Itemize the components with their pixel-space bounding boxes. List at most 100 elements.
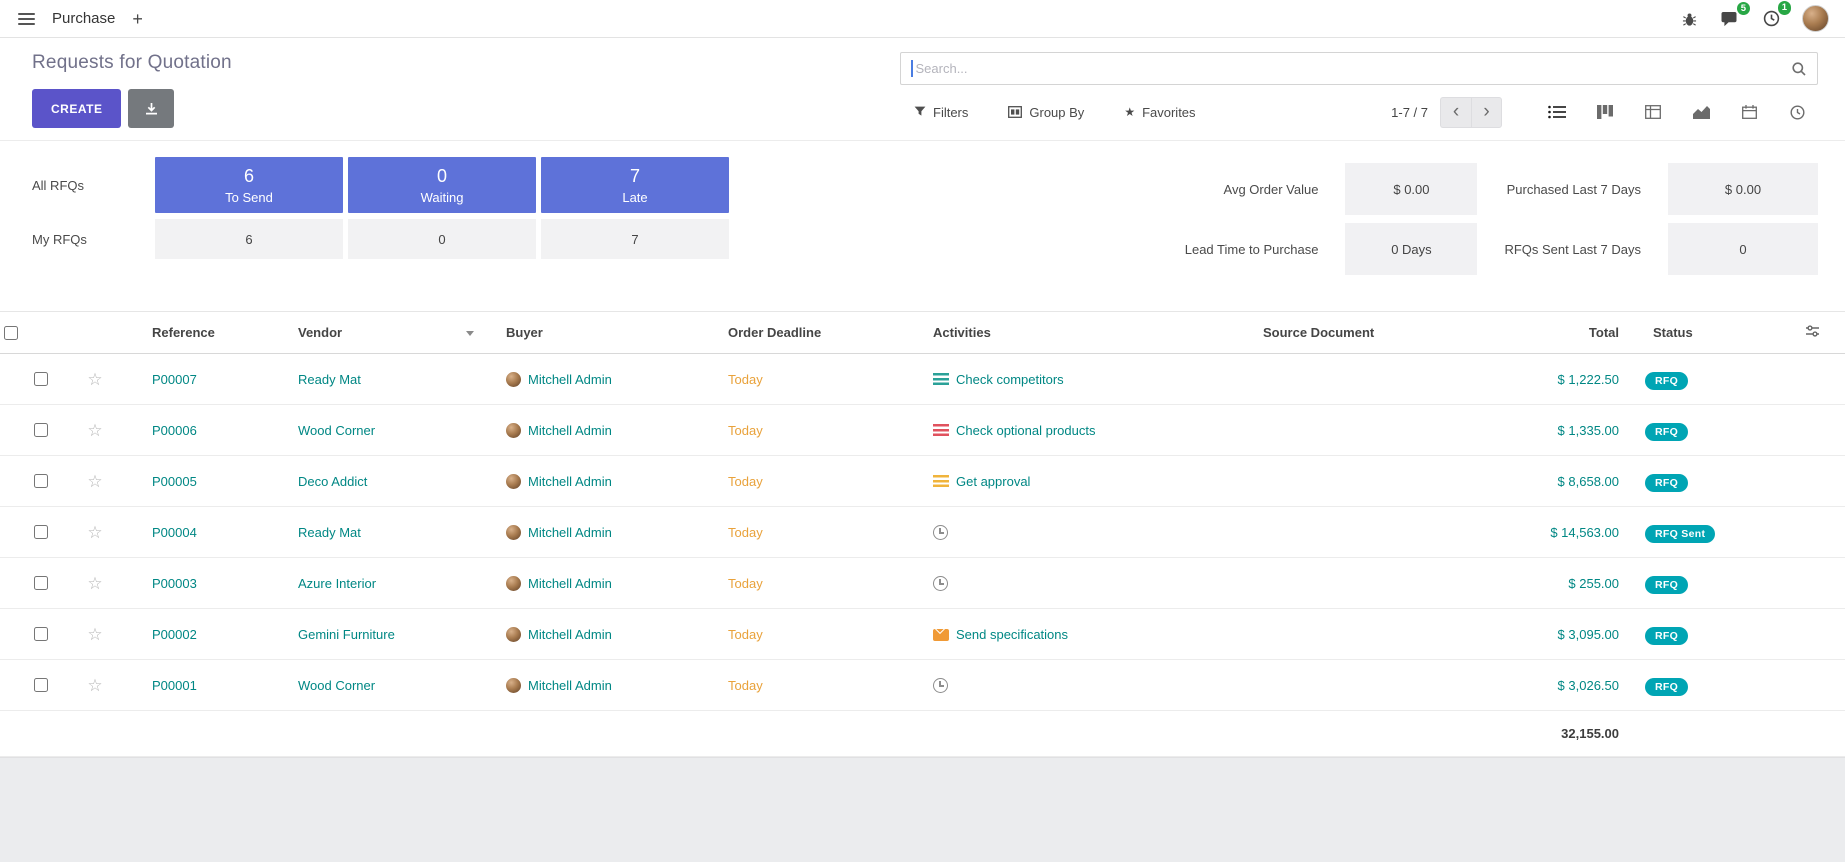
column-header-total[interactable]: Total — [1473, 312, 1633, 354]
buyer-link[interactable]: Mitchell Admin — [528, 474, 612, 489]
activity-label[interactable]: Check competitors — [956, 372, 1064, 387]
my-rfq-to-send[interactable]: 6 — [155, 219, 343, 259]
source-document-value — [1243, 354, 1473, 405]
table-row[interactable]: ☆ P00001 Wood Corner Mitchell Admin Toda… — [0, 660, 1845, 711]
my-rfq-late[interactable]: 7 — [541, 219, 729, 259]
activity-icon[interactable] — [933, 424, 949, 437]
activity-label[interactable]: Check optional products — [956, 423, 1095, 438]
vendor-link[interactable]: Azure Interior — [298, 576, 376, 591]
buyer-link[interactable]: Mitchell Admin — [528, 525, 612, 540]
favorite-star-icon[interactable]: ☆ — [81, 676, 108, 695]
vendor-link[interactable]: Ready Mat — [298, 372, 361, 387]
select-all-checkbox[interactable] — [4, 326, 18, 340]
user-avatar[interactable] — [1802, 5, 1829, 32]
table-row[interactable]: ☆ P00005 Deco Addict Mitchell Admin Toda… — [0, 456, 1845, 507]
rfq-card-waiting[interactable]: 0 Waiting — [348, 157, 536, 213]
favorite-star-icon[interactable]: ☆ — [81, 370, 108, 389]
vendor-link[interactable]: Wood Corner — [298, 423, 375, 438]
vendor-link[interactable]: Ready Mat — [298, 525, 361, 540]
row-checkbox[interactable] — [34, 423, 48, 437]
export-button[interactable] — [128, 89, 174, 128]
my-rfq-waiting[interactable]: 0 — [348, 219, 536, 259]
column-header-reference[interactable]: Reference — [128, 312, 278, 354]
buyer-avatar — [506, 576, 521, 591]
reference-link[interactable]: P00006 — [152, 423, 197, 438]
activity-icon[interactable] — [933, 373, 949, 386]
row-checkbox[interactable] — [34, 627, 48, 641]
buyer-link[interactable]: Mitchell Admin — [528, 678, 612, 693]
row-checkbox[interactable] — [34, 372, 48, 386]
create-button[interactable]: CREATE — [32, 89, 121, 128]
view-switch-kanban-icon[interactable] — [1584, 96, 1626, 128]
view-switch-calendar-icon[interactable] — [1728, 96, 1770, 128]
messages-icon[interactable]: 5 — [1719, 9, 1741, 29]
activity-icon[interactable] — [933, 576, 948, 591]
vendor-link[interactable]: Gemini Furniture — [298, 627, 395, 642]
apps-menu-icon[interactable] — [16, 8, 37, 30]
plus-icon[interactable]: + — [130, 10, 145, 28]
total-amount: $ 1,335.00 — [1558, 423, 1619, 438]
rfq-card-to-send[interactable]: 6 To Send — [155, 157, 343, 213]
favorite-star-icon[interactable]: ☆ — [81, 523, 108, 542]
reference-link[interactable]: P00007 — [152, 372, 197, 387]
favorite-star-icon[interactable]: ☆ — [81, 574, 108, 593]
activity-label[interactable]: Get approval — [956, 474, 1030, 489]
reference-link[interactable]: P00001 — [152, 678, 197, 693]
optional-columns-icon[interactable] — [1799, 323, 1826, 342]
column-header-order-deadline[interactable]: Order Deadline — [708, 312, 913, 354]
favorites-star-icon: ★ — [1124, 105, 1135, 119]
vendor-link[interactable]: Deco Addict — [298, 474, 367, 489]
status-badge: RFQ — [1645, 474, 1688, 492]
table-row[interactable]: ☆ P00007 Ready Mat Mitchell Admin Today … — [0, 354, 1845, 405]
activity-icon[interactable] — [933, 678, 948, 693]
buyer-link[interactable]: Mitchell Admin — [528, 423, 612, 438]
column-header-activities[interactable]: Activities — [913, 312, 1243, 354]
table-row[interactable]: ☆ P00003 Azure Interior Mitchell Admin T… — [0, 558, 1845, 609]
activity-icon[interactable] — [933, 525, 948, 540]
filters-button[interactable]: Filters — [908, 104, 974, 121]
search-input[interactable] — [914, 60, 1792, 77]
favorites-button[interactable]: ★ Favorites — [1118, 104, 1201, 121]
activity-icon[interactable] — [933, 475, 949, 488]
status-badge: RFQ — [1645, 423, 1688, 441]
buyer-link[interactable]: Mitchell Admin — [528, 372, 612, 387]
app-menu-purchase[interactable]: Purchase — [52, 10, 115, 27]
view-switch-pivot-icon[interactable] — [1632, 96, 1674, 128]
row-checkbox[interactable] — [34, 678, 48, 692]
column-header-source-document[interactable]: Source Document — [1243, 312, 1473, 354]
column-header-buyer[interactable]: Buyer — [486, 312, 708, 354]
pager-previous-button[interactable]: ‹ — [1440, 97, 1471, 128]
table-row[interactable]: ☆ P00002 Gemini Furniture Mitchell Admin… — [0, 609, 1845, 660]
debug-bug-icon[interactable] — [1680, 9, 1699, 29]
reference-link[interactable]: P00005 — [152, 474, 197, 489]
view-switch-list-icon[interactable] — [1536, 96, 1578, 128]
column-header-status[interactable]: Status — [1633, 312, 1791, 354]
buyer-link[interactable]: Mitchell Admin — [528, 627, 612, 642]
buyer-link[interactable]: Mitchell Admin — [528, 576, 612, 591]
row-checkbox[interactable] — [34, 474, 48, 488]
table-row[interactable]: ☆ P00006 Wood Corner Mitchell Admin Toda… — [0, 405, 1845, 456]
favorite-star-icon[interactable]: ☆ — [81, 625, 108, 644]
group-by-button[interactable]: Group By — [1002, 104, 1090, 121]
column-header-vendor[interactable]: Vendor — [278, 312, 486, 354]
table-row[interactable]: ☆ P00004 Ready Mat Mitchell Admin Today … — [0, 507, 1845, 558]
vendor-link[interactable]: Wood Corner — [298, 678, 375, 693]
reference-link[interactable]: P00003 — [152, 576, 197, 591]
row-checkbox[interactable] — [34, 576, 48, 590]
favorite-star-icon[interactable]: ☆ — [81, 421, 108, 440]
total-amount: $ 3,095.00 — [1558, 627, 1619, 642]
reference-link[interactable]: P00002 — [152, 627, 197, 642]
reference-link[interactable]: P00004 — [152, 525, 197, 540]
view-switch-graph-icon[interactable] — [1680, 96, 1722, 128]
activities-clock-icon[interactable]: 1 — [1761, 8, 1782, 29]
view-switch-activity-icon[interactable] — [1776, 96, 1818, 128]
activity-label[interactable]: Send specifications — [956, 627, 1068, 642]
pager-next-button[interactable]: › — [1471, 97, 1502, 128]
row-checkbox[interactable] — [34, 525, 48, 539]
favorite-star-icon[interactable]: ☆ — [81, 472, 108, 491]
search-bar[interactable] — [900, 52, 1818, 85]
activity-icon[interactable] — [933, 629, 949, 641]
kpi-label-lead-time: Lead Time to Purchase — [1185, 223, 1319, 275]
sort-caret-icon — [466, 331, 474, 336]
rfq-card-late[interactable]: 7 Late — [541, 157, 729, 213]
